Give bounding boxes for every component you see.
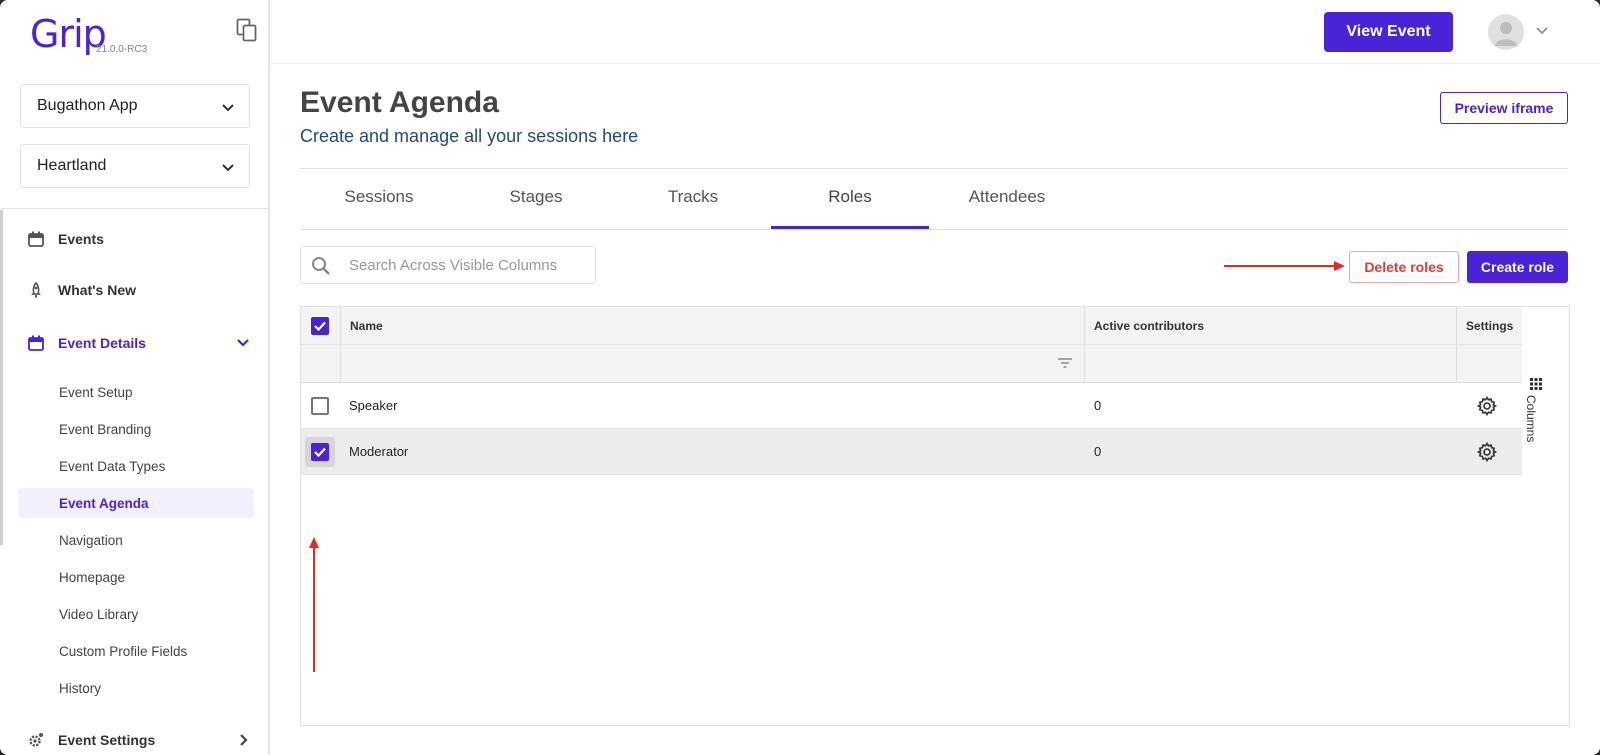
page-subtitle: Create and manage all your sessions here <box>300 126 639 146</box>
app-select-value: Bugathon App <box>37 97 138 114</box>
select-all-checkbox[interactable] <box>311 317 329 335</box>
search-input[interactable] <box>337 247 593 283</box>
rocket-icon <box>31 282 41 298</box>
sidebar-item-label: Navigation <box>59 532 123 548</box>
search-icon <box>312 257 330 275</box>
event-select[interactable]: Heartland <box>20 144 250 188</box>
tab-tracks[interactable]: Tracks <box>614 169 772 229</box>
nav-event-settings[interactable]: Event Settings <box>28 728 155 752</box>
columns-label: Columns <box>1524 395 1538 443</box>
sidebar-item-event-branding[interactable]: Event Branding <box>18 414 254 444</box>
cell-active-contributors: 0 <box>1094 444 1102 459</box>
row-checkbox[interactable] <box>311 443 329 461</box>
avatar-icon <box>1495 22 1517 46</box>
preview-iframe-button[interactable]: Preview iframe <box>1440 92 1568 124</box>
delete-roles-button[interactable]: Delete roles <box>1349 251 1459 283</box>
sidebar-scroll-track <box>0 210 3 545</box>
roles-table: Name Active contributors Settings Speake… <box>300 306 1570 726</box>
event-select-value: Heartland <box>37 157 107 174</box>
column-separator[interactable] <box>1456 307 1457 383</box>
sidebar-item-custom-profile-fields[interactable]: Custom Profile Fields <box>18 636 254 666</box>
nav-event-details[interactable]: Event Details <box>28 331 146 355</box>
sidebar-item-navigation[interactable]: Navigation <box>18 525 254 555</box>
column-header-name[interactable]: Name <box>350 307 383 345</box>
column-header-active-contributors[interactable]: Active contributors <box>1094 307 1204 345</box>
cell-active-contributors: 0 <box>1094 398 1102 413</box>
top-bar: View Event <box>272 0 1600 64</box>
row-checkbox-wrap <box>305 437 335 467</box>
nav-events[interactable]: Events <box>28 227 104 251</box>
copy-icon[interactable] <box>236 18 258 42</box>
tab-sessions[interactable]: Sessions <box>300 169 458 229</box>
page-title: Event Agenda <box>300 86 499 119</box>
table-row[interactable]: Speaker 0 <box>301 383 1522 429</box>
sidebar-item-label: Event Setup <box>59 384 133 400</box>
sidebar-item-event-agenda[interactable]: Event Agenda <box>18 488 254 518</box>
divider <box>300 229 1568 230</box>
gear-icon <box>29 733 43 747</box>
annotation-arrow-up <box>309 537 319 672</box>
cell-name: Speaker <box>349 398 398 413</box>
nav-events-label: Events <box>58 231 104 247</box>
sidebar: Grip 21.0.0-RC3 Bugathon App Heartland E… <box>0 0 270 755</box>
nav-whats-new[interactable]: What's New <box>28 278 136 302</box>
sidebar-item-history[interactable]: History <box>18 673 254 703</box>
nav-whats-new-label: What's New <box>58 282 137 298</box>
table-header-row: Name Active contributors Settings <box>301 307 1522 345</box>
check-icon <box>314 321 326 332</box>
view-event-button[interactable]: View Event <box>1324 12 1453 52</box>
calendar-icon <box>28 231 44 247</box>
app-select[interactable]: Bugathon App <box>20 84 250 128</box>
columns-icon <box>1530 378 1542 390</box>
calendar-icon <box>28 335 44 351</box>
sidebar-item-video-library[interactable]: Video Library <box>18 599 254 629</box>
main-content: Event Agenda Create and manage all your … <box>272 64 1600 755</box>
sidebar-item-event-data-types[interactable]: Event Data Types <box>18 451 254 481</box>
chevron-down-icon[interactable] <box>236 336 250 350</box>
chevron-down-icon <box>222 104 234 112</box>
gear-icon[interactable] <box>1477 396 1497 416</box>
tab-roles[interactable]: Roles <box>771 169 929 229</box>
nav-event-details-label: Event Details <box>58 335 146 351</box>
sidebar-item-label: Homepage <box>59 569 126 585</box>
check-icon <box>314 447 326 458</box>
sidebar-item-event-setup[interactable]: Event Setup <box>18 377 254 407</box>
sidebar-item-homepage[interactable]: Homepage <box>18 562 254 592</box>
nav-event-settings-label: Event Settings <box>58 732 156 748</box>
columns-panel-toggle[interactable]: Columns <box>1522 307 1570 725</box>
row-checkbox[interactable] <box>311 397 329 415</box>
create-role-button[interactable]: Create role <box>1467 251 1568 283</box>
sidebar-item-label: Event Branding <box>59 421 152 437</box>
table-header: Name Active contributors Settings <box>301 307 1522 383</box>
sidebar-item-label: History <box>59 680 102 696</box>
tab-bar: Sessions Stages Tracks Roles Attendees <box>300 169 1568 229</box>
annotation-arrow-right <box>1224 261 1345 271</box>
app-window: Grip 21.0.0-RC3 Bugathon App Heartland E… <box>0 0 1600 755</box>
chevron-right-icon[interactable] <box>236 733 250 747</box>
sidebar-divider <box>0 208 270 209</box>
sidebar-item-label: Event Data Types <box>59 458 166 474</box>
filter-icon[interactable] <box>1057 357 1073 369</box>
gear-icon[interactable] <box>1477 442 1497 462</box>
sidebar-item-label: Event Agenda <box>59 495 149 511</box>
chevron-down-icon[interactable] <box>1536 26 1548 36</box>
grip-logo[interactable]: Grip 21.0.0-RC3 <box>30 12 170 58</box>
search-box <box>300 246 596 284</box>
sidebar-item-label: Custom Profile Fields <box>59 643 188 659</box>
sidebar-item-label: Video Library <box>59 606 139 622</box>
cell-name: Moderator <box>349 444 409 459</box>
table-row[interactable]: Moderator 0 <box>301 429 1522 475</box>
column-separator[interactable] <box>1084 307 1085 383</box>
column-separator <box>340 307 341 383</box>
logo-text: Grip <box>30 12 107 56</box>
tab-stages[interactable]: Stages <box>457 169 615 229</box>
column-header-settings: Settings <box>1466 319 1514 333</box>
app-version: 21.0.0-RC3 <box>96 44 148 55</box>
avatar[interactable] <box>1488 14 1524 50</box>
chevron-down-icon <box>222 164 234 172</box>
tab-attendees[interactable]: Attendees <box>928 169 1086 229</box>
row-checkbox-wrap <box>305 391 335 421</box>
